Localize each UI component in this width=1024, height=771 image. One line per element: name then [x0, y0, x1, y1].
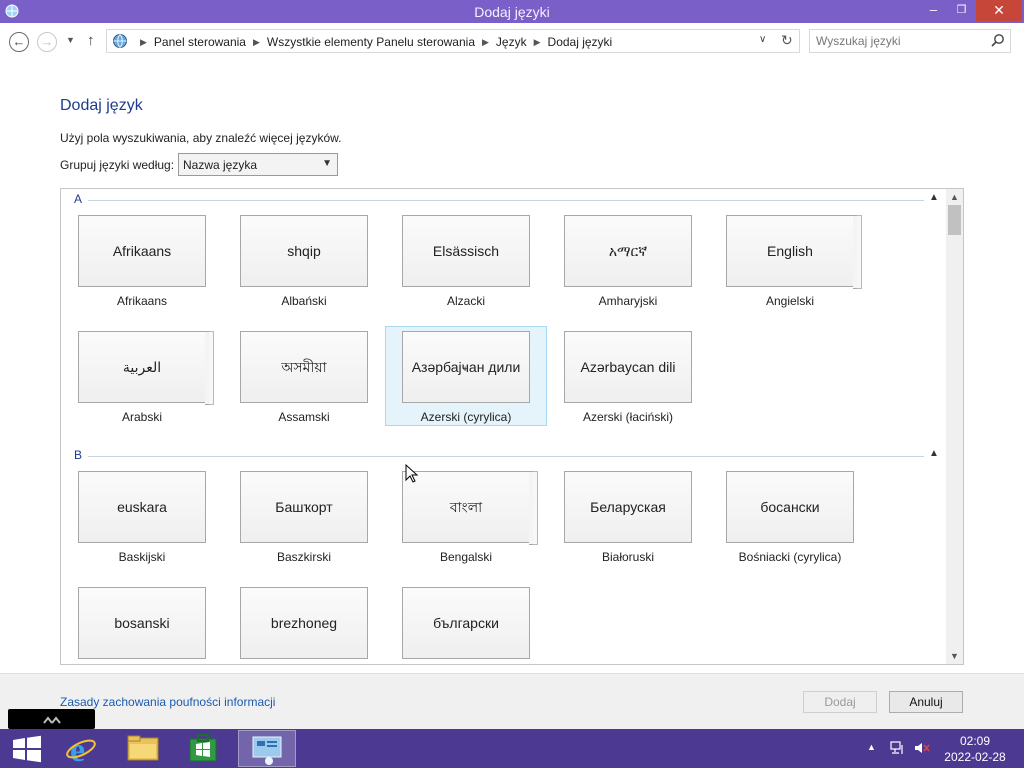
breadcrumb-language[interactable]: Język	[496, 35, 527, 49]
cancel-button[interactable]: Anuluj	[889, 691, 963, 713]
language-tile[interactable]: Elsässisch	[402, 215, 530, 287]
add-button[interactable]: Dodaj	[803, 691, 877, 713]
search-hint: Użyj pola wyszukiwania, aby znaleźć więc…	[60, 131, 342, 145]
control-panel-globe-icon	[113, 34, 127, 48]
search-icon[interactable]	[990, 33, 1006, 49]
language-tile-stacked[interactable]: বাংলা	[402, 471, 538, 545]
taskbar-control-panel[interactable]	[238, 730, 296, 767]
language-name: Amharyjski	[598, 294, 658, 308]
refresh-icon[interactable]: ↻	[781, 32, 793, 49]
group-header-a: A ▲	[74, 192, 944, 206]
control-panel-icon	[252, 736, 282, 765]
title-bar: Dodaj języki – ❐ ✕	[0, 0, 1024, 23]
language-tile[interactable]: bosanski	[78, 587, 206, 659]
language-name: Angielski	[765, 294, 815, 308]
internet-explorer-icon: e	[66, 732, 96, 769]
scroll-down-icon[interactable]: ▼	[950, 651, 959, 661]
group-by-select[interactable]: Nazwa języka ▼	[178, 153, 338, 176]
collapse-group-icon[interactable]: ▲	[929, 192, 939, 203]
volume-muted-icon[interactable]	[913, 739, 931, 757]
group-by-label: Grupuj języki według:	[60, 158, 175, 172]
privacy-link[interactable]: Zasady zachowania poufności informacji	[60, 695, 275, 709]
show-hidden-icons[interactable]: ▲	[867, 742, 876, 752]
language-name: Bośniacki (cyrylica)	[738, 550, 842, 564]
language-tile[interactable]: Afrikaans	[78, 215, 206, 287]
group-divider	[88, 456, 924, 457]
language-tile[interactable]: босански	[726, 471, 854, 543]
breadcrumb-control-panel[interactable]: Panel sterowania	[154, 35, 246, 49]
language-tile[interactable]: অসমীয়া	[240, 331, 368, 403]
search-input[interactable]	[816, 34, 986, 48]
language-tile-selected[interactable]: Азәрбајҹан дили	[402, 331, 530, 403]
window-title: Dodaj języki	[474, 4, 550, 20]
language-tile[interactable]: euskara	[78, 471, 206, 543]
minimize-button[interactable]: –	[920, 0, 947, 21]
vertical-scrollbar[interactable]: ▲ ▼	[946, 189, 963, 664]
svg-text:e: e	[70, 732, 85, 767]
language-tile[interactable]: አማርኛ	[564, 215, 692, 287]
breadcrumb-separator-icon[interactable]: ▶	[534, 37, 541, 47]
language-name: Azerski (łaciński)	[582, 410, 673, 424]
address-bar[interactable]: ▶ Panel sterowania ▶ Wszystkie elementy Pan…	[106, 29, 800, 53]
group-header-b: B ▲	[74, 448, 944, 462]
breadcrumb-separator-icon[interactable]: ▶	[253, 37, 260, 47]
language-name: Alzacki	[446, 294, 485, 308]
language-tile-stacked[interactable]: العربية	[78, 331, 214, 405]
language-name: Baskijski	[118, 550, 166, 564]
taskbar-store[interactable]	[176, 730, 232, 767]
language-tile[interactable]: Башҡорт	[240, 471, 368, 543]
clock-date: 2022-02-28	[944, 750, 1006, 764]
group-letter: A	[74, 192, 83, 206]
taskbar-internet-explorer[interactable]: e	[55, 730, 111, 769]
back-button[interactable]: ←	[9, 32, 29, 52]
scrollbar-thumb[interactable]	[948, 205, 961, 235]
scroll-up-icon[interactable]: ▲	[950, 192, 959, 202]
start-button[interactable]	[0, 730, 56, 767]
group-letter: B	[74, 448, 83, 462]
language-tile[interactable]: shqip	[240, 215, 368, 287]
navigation-bar: ← → ▼ ↑ ▶ Panel sterowania ▶ Wszystkie elem…	[0, 23, 1024, 59]
restore-button[interactable]: ❐	[948, 0, 975, 21]
file-explorer-icon	[127, 735, 159, 761]
forward-button[interactable]: →	[37, 32, 57, 52]
language-name: Bengalski	[439, 550, 493, 564]
breadcrumb-all-items[interactable]: Wszystkie elementy Panelu sterowania	[267, 35, 475, 49]
breadcrumb-add-languages[interactable]: Dodaj języki	[548, 35, 613, 49]
breadcrumb-separator-icon[interactable]: ▶	[482, 37, 489, 47]
page-title: Dodaj język	[60, 97, 143, 114]
language-tile[interactable]: brezhoneg	[240, 587, 368, 659]
address-dropdown-icon[interactable]: ∨	[759, 34, 766, 45]
breadcrumb-separator-icon: ▶	[140, 37, 147, 47]
system-clock[interactable]: 02:09 2022-02-28	[940, 733, 1010, 765]
chevron-down-icon: ▼	[322, 158, 332, 169]
breadcrumb: ▶ Panel sterowania ▶ Wszystkie elementy Pan…	[133, 35, 612, 49]
taskbar-file-explorer[interactable]	[116, 730, 172, 767]
language-tile[interactable]: Беларуская	[564, 471, 692, 543]
network-icon[interactable]	[889, 739, 907, 757]
thumbnail-graphic-icon	[43, 716, 61, 724]
windows-logo-icon	[13, 735, 41, 763]
language-tile-stacked[interactable]: English	[726, 215, 862, 289]
collapse-group-icon[interactable]: ▲	[929, 448, 939, 459]
mouse-cursor-icon	[405, 464, 419, 483]
group-by-value: Nazwa języka	[183, 158, 258, 172]
clock-time: 02:09	[959, 734, 991, 748]
close-button[interactable]: ✕	[976, 0, 1022, 21]
language-tile[interactable]: Azərbaycan dili	[564, 331, 692, 403]
language-name: Azerski (cyrylica)	[420, 410, 512, 424]
language-name: Afrikaans	[116, 294, 168, 308]
language-tile[interactable]: български	[402, 587, 530, 659]
recent-locations-dropdown[interactable]: ▼	[66, 35, 75, 45]
language-name: Albański	[281, 294, 327, 308]
language-name: Assamski	[278, 410, 330, 424]
taskbar-preview-thumbnail	[8, 709, 95, 729]
language-name: Arabski	[121, 410, 162, 424]
store-icon	[189, 734, 217, 762]
search-box[interactable]	[809, 29, 1011, 53]
language-name: Białoruski	[601, 550, 655, 564]
group-divider	[88, 200, 924, 201]
language-name: Baszkirski	[276, 550, 331, 564]
up-button[interactable]: ↑	[87, 32, 95, 49]
